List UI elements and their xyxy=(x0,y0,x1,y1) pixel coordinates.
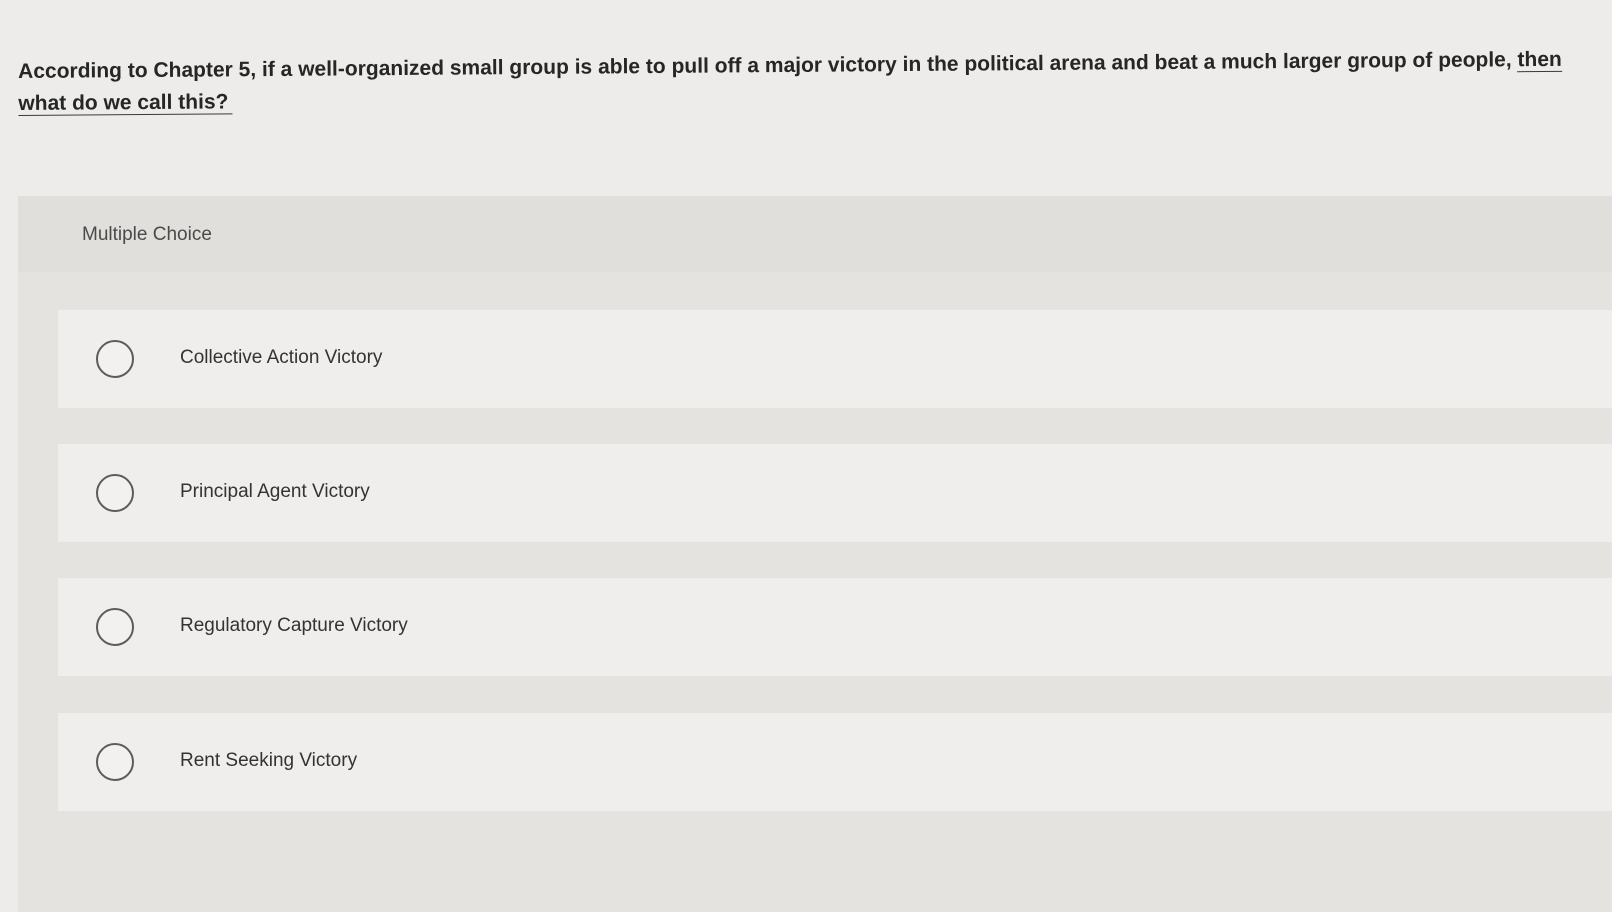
question-type-bar: Multiple Choice xyxy=(18,196,1612,272)
question-text-main: According to Chapter 5, if a well-organi… xyxy=(18,48,1518,83)
option-principal-agent-victory[interactable]: Principal Agent Victory xyxy=(58,444,1612,542)
radio-button-unchecked-icon[interactable] xyxy=(96,340,134,378)
option-rent-seeking-victory[interactable]: Rent Seeking Victory xyxy=(58,713,1612,811)
option-label: Collective Action Victory xyxy=(180,347,383,368)
question-text: According to Chapter 5, if a well-organi… xyxy=(18,44,1578,120)
radio-button-unchecked-icon[interactable] xyxy=(96,608,134,646)
option-label: Rent Seeking Victory xyxy=(180,750,358,771)
option-regulatory-capture-victory[interactable]: Regulatory Capture Victory xyxy=(58,578,1612,676)
option-collective-action-victory[interactable]: Collective Action Victory xyxy=(58,310,1612,408)
option-label: Principal Agent Victory xyxy=(180,481,370,502)
answer-area: Multiple Choice Collective Action Victor… xyxy=(18,196,1612,912)
question-type-label: Multiple Choice xyxy=(82,224,212,245)
radio-button-unchecked-icon[interactable] xyxy=(96,743,134,781)
option-label: Regulatory Capture Victory xyxy=(180,615,408,636)
radio-button-unchecked-icon[interactable] xyxy=(96,474,134,512)
